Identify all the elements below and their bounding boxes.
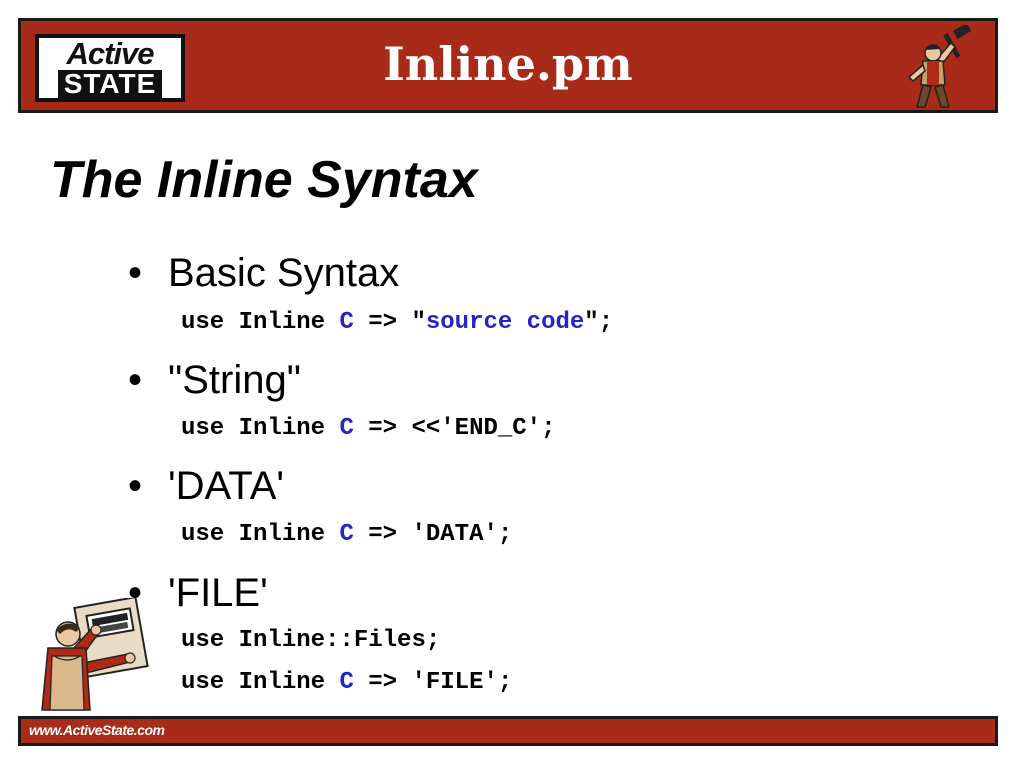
bullet-label: "String" [168, 358, 301, 402]
bullet-dot: • [128, 358, 143, 402]
code-text: => 'DATA'; [353, 521, 513, 548]
bullet-dot: • [128, 251, 143, 295]
code-language: C [339, 415, 354, 442]
code-text: => <<'END_C'; [353, 415, 556, 442]
bullet-string: • "String" [128, 358, 301, 402]
code-text: use Inline::Files; [181, 627, 441, 654]
slide: Active STATE Inline.pm The Inline Syntax… [0, 0, 1024, 768]
footer-bar: www.ActiveState.com [18, 716, 998, 746]
header-title: Inline.pm [383, 37, 633, 91]
code-text: use Inline [181, 309, 340, 336]
code-language: C [339, 309, 354, 336]
worker-holding-sign-mascot [41, 598, 149, 711]
code-text: use Inline [181, 415, 340, 442]
code-line-data: use Inline C => 'DATA'; [181, 521, 513, 548]
code-line-file-2: use Inline C => 'FILE'; [181, 669, 513, 696]
slide-title: The Inline Syntax [50, 151, 478, 209]
code-line-basic-syntax: use Inline C => "source code"; [181, 309, 614, 336]
bullet-label: Basic Syntax [168, 251, 400, 295]
bullet-dot: • [128, 464, 143, 508]
code-text: use Inline [181, 521, 340, 548]
code-source-string: source code [425, 309, 585, 336]
code-line-file-1: use Inline::Files; [181, 627, 441, 654]
bullet-data: • 'DATA' [128, 464, 284, 508]
bullet-basic-syntax: • Basic Syntax [128, 251, 399, 295]
bullet-label: 'DATA' [168, 464, 285, 508]
code-language: C [339, 521, 354, 548]
code-language: C [339, 669, 354, 696]
code-text: => 'FILE'; [353, 669, 513, 696]
code-text: => " [353, 309, 426, 336]
code-line-string: use Inline C => <<'END_C'; [181, 415, 556, 442]
bullet-label: 'FILE' [168, 571, 268, 615]
header-bar: Active STATE Inline.pm [18, 18, 998, 113]
worker-hammer-icon [907, 25, 972, 108]
footer-url[interactable]: www.ActiveState.com [29, 722, 165, 738]
code-text: use Inline [181, 669, 340, 696]
code-text: "; [584, 309, 614, 336]
